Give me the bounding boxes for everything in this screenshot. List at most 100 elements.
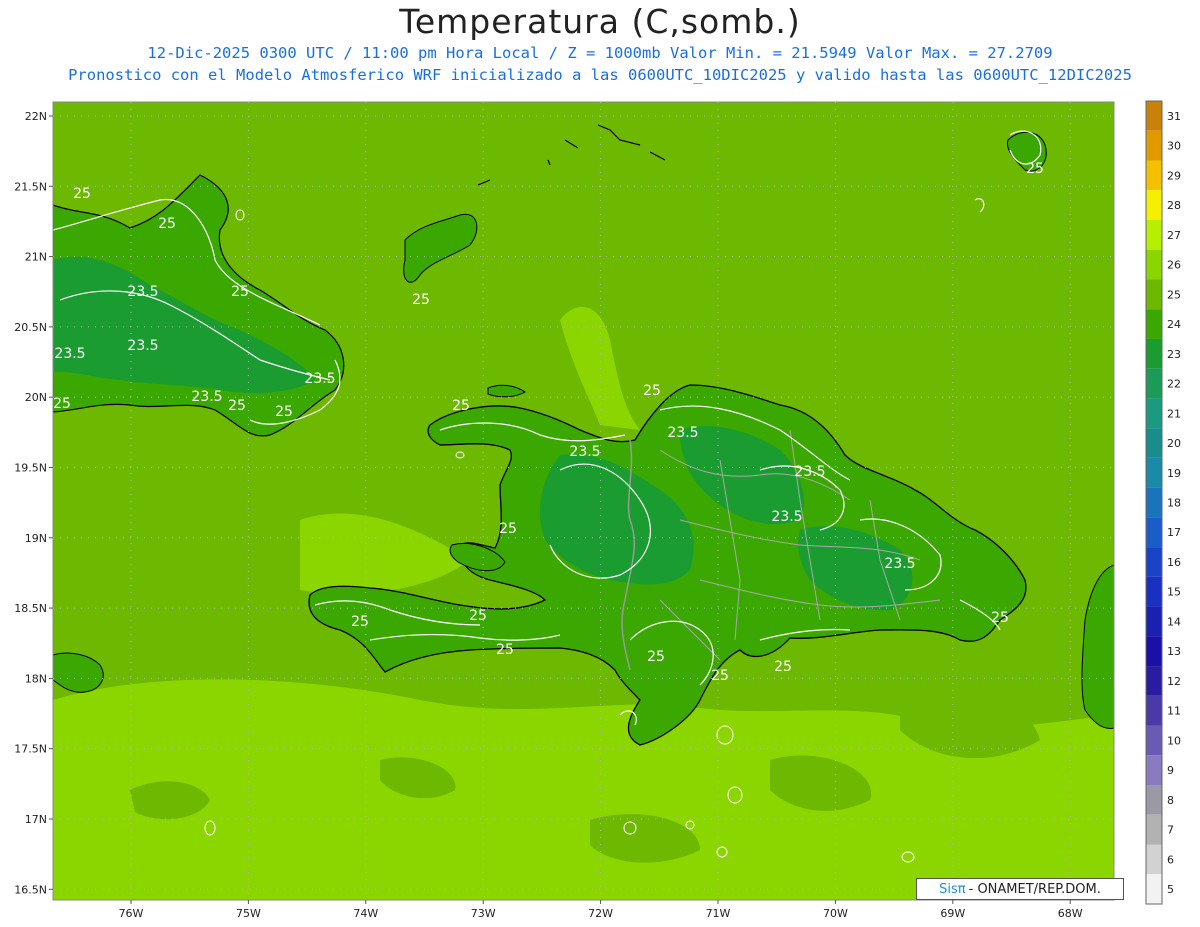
isotherm-label: 25: [275, 404, 293, 420]
isotherm-label: 25: [496, 642, 514, 658]
isotherm-label: 25: [73, 186, 91, 202]
colorbar-swatch: [1146, 130, 1162, 161]
temperature-map: 22N 21.5N 21N 20.5N 20N 19.5N 19N 18.5N 18N 17.5N…: [14, 100, 1181, 920]
latitude-label: 20.5N: [14, 321, 47, 334]
colorbar-swatch: [1146, 814, 1162, 845]
colorbar-label: 21: [1167, 407, 1181, 420]
isotherm-label: 23.5: [127, 338, 158, 354]
colorbar-label: 6: [1167, 853, 1174, 866]
colorbar-swatch: [1146, 725, 1162, 756]
isotherm-label: 25: [53, 396, 71, 412]
isotherm-label: 25: [774, 659, 792, 675]
colorbar-label: 13: [1167, 645, 1181, 658]
colorbar-swatch: [1146, 606, 1162, 637]
colorbar-swatch: [1146, 517, 1162, 548]
colorbar-swatch: [1146, 398, 1162, 429]
longitude-label: 70W: [823, 907, 848, 920]
credit-text: - ONAMET/REP.DOM.: [968, 881, 1101, 897]
longitude-axis: 76W 75W 74W 73W 72W 71W 70W 69W 68W: [119, 900, 1083, 920]
colorbar-swatch: [1146, 190, 1162, 220]
colorbar-label: 7: [1167, 824, 1174, 837]
colorbar-swatch: [1146, 368, 1162, 399]
longitude-label: 74W: [353, 907, 378, 920]
isotherm-label: 23.5: [304, 371, 335, 387]
longitude-label: 72W: [588, 907, 613, 920]
colorbar-swatch: [1146, 101, 1162, 131]
colorbar-label: 9: [1167, 764, 1174, 777]
isotherm-label: 23.5: [884, 556, 915, 572]
isotherm-label: 25: [469, 608, 487, 624]
latitude-label: 17.5N: [14, 743, 47, 756]
colorbar-label: 19: [1167, 467, 1181, 480]
latitude-label: 20N: [25, 391, 47, 404]
colorbar-swatch: [1146, 666, 1162, 696]
colorbar-swatch: [1146, 636, 1162, 667]
colorbar-label: 26: [1167, 259, 1181, 272]
isotherm-label: 25: [647, 649, 665, 665]
colorbar-swatch: [1146, 309, 1162, 339]
longitude-label: 69W: [940, 907, 965, 920]
latitude-label: 21.5N: [14, 180, 47, 193]
isotherm-label: 23.5: [794, 464, 825, 480]
colorbar-label: 27: [1167, 229, 1181, 242]
map-field: [53, 102, 1114, 900]
isotherm-label: 23.5: [771, 509, 802, 525]
colorbar-label: 14: [1167, 615, 1181, 628]
isotherm-label: 25: [991, 610, 1009, 626]
colorbar-swatch: [1146, 338, 1162, 369]
colorbar-swatch: [1146, 785, 1162, 815]
colorbar-label: 10: [1167, 734, 1181, 747]
isotherm-label: 25: [499, 521, 517, 537]
isotherm-label: 25: [452, 398, 470, 414]
isotherm-label: 23.5: [54, 346, 85, 362]
colorbar-swatch: [1146, 487, 1162, 518]
colorbar-label: 15: [1167, 586, 1181, 599]
isotherm-label: 25: [643, 383, 661, 399]
isotherm-label: 23.5: [191, 389, 222, 405]
colorbar-swatch: [1146, 695, 1162, 726]
latitude-label: 17N: [25, 813, 47, 826]
longitude-label: 68W: [1058, 907, 1083, 920]
latitude-label: 16.5N: [14, 883, 47, 896]
colorbar-label: 23: [1167, 348, 1181, 361]
colorbar-label: 29: [1167, 169, 1181, 182]
colorbar-swatch: [1146, 219, 1162, 250]
isotherm-label: 25: [231, 284, 249, 300]
isotherm-label: 23.5: [667, 425, 698, 441]
credit-brand: Sisπ: [939, 881, 966, 897]
colorbar-swatch: [1146, 428, 1162, 458]
latitude-label: 22N: [25, 110, 47, 123]
colorbar-label: 22: [1167, 378, 1181, 391]
colorbar-label: 25: [1167, 288, 1181, 301]
isotherm-label: 25: [228, 398, 246, 414]
colorbar-label: 5: [1167, 883, 1174, 896]
colorbar-label: 28: [1167, 199, 1181, 212]
colorbar: 31 30 29 28 27 26 25 24 23 22 21 20 19 18 17 16 15 14 13 12…: [1145, 100, 1181, 905]
colorbar-swatch: [1146, 576, 1162, 607]
colorbar-label: 17: [1167, 526, 1181, 539]
longitude-label: 71W: [706, 907, 731, 920]
colorbar-label: 30: [1167, 140, 1181, 153]
isotherm-label: 25: [1026, 161, 1044, 177]
isotherm-label: 25: [351, 614, 369, 630]
latitude-label: 18N: [25, 672, 47, 685]
longitude-label: 75W: [236, 907, 261, 920]
latitude-label: 19N: [25, 532, 47, 545]
isotherm-label: 25: [711, 668, 729, 684]
latitude-label: 21N: [25, 251, 47, 264]
colorbar-label: 16: [1167, 556, 1181, 569]
colorbar-label: 24: [1167, 318, 1181, 331]
colorbar-swatch: [1146, 457, 1162, 488]
colorbar-label: 11: [1167, 705, 1181, 718]
colorbar-label: 18: [1167, 497, 1181, 510]
isotherm-label: 23.5: [569, 444, 600, 460]
colorbar-label: 8: [1167, 794, 1174, 807]
isotherm-label: 25: [412, 292, 430, 308]
colorbar-swatch: [1146, 279, 1162, 310]
colorbar-swatch: [1146, 547, 1162, 577]
colorbar-label: 20: [1167, 437, 1181, 450]
colorbar-label: 12: [1167, 675, 1181, 688]
longitude-label: 76W: [119, 907, 144, 920]
colorbar-swatch: [1146, 249, 1162, 280]
colorbar-swatch: [1146, 844, 1162, 875]
